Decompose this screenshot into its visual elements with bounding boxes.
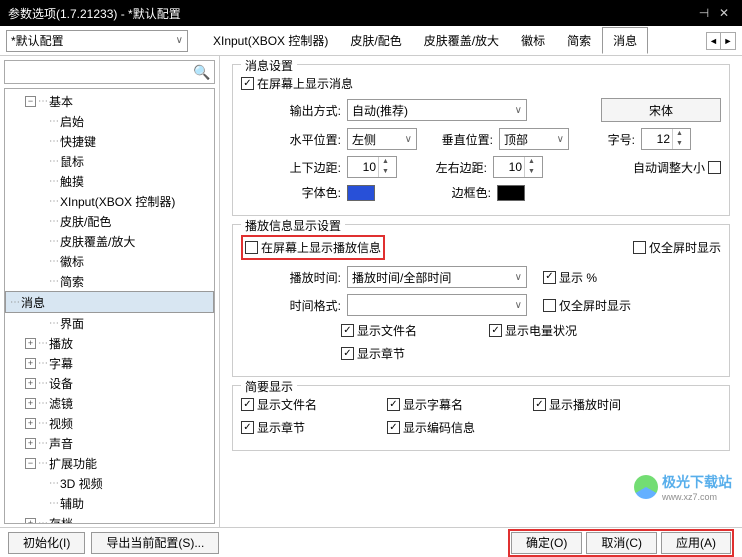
chk-show-playinfo[interactable]: 在屏幕上显示播放信息	[245, 239, 381, 256]
sel-vpos[interactable]: 顶部∨	[499, 128, 569, 150]
tree-皮肤覆盖/放大[interactable]: ⋯皮肤覆盖/放大	[5, 231, 214, 251]
init-button[interactable]: 初始化(I)	[8, 532, 85, 554]
tab-5[interactable]: 消息	[602, 27, 648, 54]
group-playinfo-title: 播放信息显示设置	[241, 217, 345, 234]
tab-3[interactable]: 徽标	[510, 27, 556, 54]
tab-4[interactable]: 简索	[556, 27, 602, 54]
expander-icon[interactable]: +	[25, 378, 36, 389]
tree-消息[interactable]: ⋯消息	[5, 291, 214, 313]
tab-2[interactable]: 皮肤覆盖/放大	[413, 27, 510, 54]
tree-视频[interactable]: +⋯视频	[5, 413, 214, 433]
sel-playtime[interactable]: 播放时间/全部时间∨	[347, 266, 527, 288]
chk-pi-chapter[interactable]: ✓显示章节	[341, 345, 405, 362]
chk-fullscreen-only2[interactable]: 仅全屏时显示	[543, 297, 631, 314]
chk-b-encode[interactable]: ✓显示编码信息	[387, 419, 475, 436]
tree-基本[interactable]: −⋯基本	[5, 91, 214, 111]
expander-icon[interactable]: +	[25, 338, 36, 349]
chk-show-on-screen[interactable]: ✓在屏幕上显示消息	[241, 75, 353, 92]
expander-icon[interactable]: −	[25, 458, 36, 469]
expander-icon[interactable]: +	[25, 398, 36, 409]
tab-0[interactable]: XInput(XBOX 控制器)	[202, 27, 339, 54]
search-input[interactable]: 🔍	[4, 60, 215, 84]
tree-播放[interactable]: +⋯播放	[5, 333, 214, 353]
tree-皮肤/配色[interactable]: ⋯皮肤/配色	[5, 211, 214, 231]
settings-tree[interactable]: −⋯基本⋯启始⋯快捷键⋯鼠标⋯触摸⋯XInput(XBOX 控制器)⋯皮肤/配色…	[4, 88, 215, 524]
config-select[interactable]: *默认配置 ∨	[6, 30, 188, 52]
tree-滤镜[interactable]: +⋯滤镜	[5, 393, 214, 413]
sel-timefmt[interactable]: ∨	[347, 294, 527, 316]
chk-b-playtime[interactable]: ✓显示播放时间	[533, 396, 621, 413]
tree-鼠标[interactable]: ⋯鼠标	[5, 151, 214, 171]
expander-icon[interactable]: +	[25, 358, 36, 369]
chk-b-subname[interactable]: ✓显示字幕名	[387, 396, 527, 413]
chk-b-filename[interactable]: ✓显示文件名	[241, 396, 381, 413]
tree-设备[interactable]: +⋯设备	[5, 373, 214, 393]
tree-触摸[interactable]: ⋯触摸	[5, 171, 214, 191]
tree-声音[interactable]: +⋯声音	[5, 433, 214, 453]
apply-button[interactable]: 应用(A)	[661, 532, 731, 554]
tab-scroll-left[interactable]: ◄	[707, 33, 721, 49]
pin-icon[interactable]: ⊣	[694, 6, 714, 20]
num-hmargin[interactable]: ▲▼	[493, 156, 543, 178]
sel-output-mode[interactable]: 自动(推荐)∨	[347, 99, 527, 121]
watermark: 极光下载站 www.xz7.com	[634, 472, 732, 502]
num-vmargin[interactable]: ▲▼	[347, 156, 397, 178]
tab-scroll-right[interactable]: ►	[721, 33, 735, 49]
search-icon[interactable]: 🔍	[190, 64, 214, 81]
tree-存档[interactable]: +⋯存档	[5, 513, 214, 524]
chk-b-chapter[interactable]: ✓显示章节	[241, 419, 381, 436]
expander-icon[interactable]: +	[25, 438, 36, 449]
tree-徽标[interactable]: ⋯徽标	[5, 251, 214, 271]
chevron-down-icon: ∨	[176, 35, 183, 46]
chk-show-percent[interactable]: ✓显示 %	[543, 269, 597, 286]
cancel-button[interactable]: 取消(C)	[586, 532, 657, 554]
tree-快捷键[interactable]: ⋯快捷键	[5, 131, 214, 151]
expander-icon[interactable]: +	[25, 518, 36, 525]
close-icon[interactable]: ✕	[714, 6, 734, 20]
swatch-fontcolor[interactable]	[347, 185, 375, 201]
chk-autosize[interactable]: 自动调整大小	[633, 159, 721, 176]
export-button[interactable]: 导出当前配置(S)...	[91, 532, 219, 554]
tree-界面[interactable]: ⋯界面	[5, 313, 214, 333]
group-msg-title: 消息设置	[241, 57, 297, 74]
tab-1[interactable]: 皮肤/配色	[339, 27, 412, 54]
num-fontsize[interactable]: ▲▼	[641, 128, 691, 150]
font-button[interactable]: 宋体	[601, 98, 721, 122]
tree-扩展功能[interactable]: −⋯扩展功能	[5, 453, 214, 473]
group-brief-title: 简要显示	[241, 378, 297, 395]
tree-启始[interactable]: ⋯启始	[5, 111, 214, 131]
tree-辅助[interactable]: ⋯辅助	[5, 493, 214, 513]
expander-icon[interactable]: −	[25, 96, 36, 107]
sel-hpos[interactable]: 左侧∨	[347, 128, 417, 150]
watermark-logo-icon	[634, 475, 658, 499]
tree-字幕[interactable]: +⋯字幕	[5, 353, 214, 373]
tree-简索[interactable]: ⋯简索	[5, 271, 214, 291]
tree-3D 视频[interactable]: ⋯3D 视频	[5, 473, 214, 493]
expander-icon[interactable]: +	[25, 418, 36, 429]
ok-button[interactable]: 确定(O)	[511, 532, 582, 554]
chk-pi-battery[interactable]: ✓显示电量状况	[489, 322, 577, 339]
tree-XInput(XBOX 控制器)[interactable]: ⋯XInput(XBOX 控制器)	[5, 191, 214, 211]
chk-pi-filename[interactable]: ✓显示文件名	[341, 322, 417, 339]
swatch-bordercolor[interactable]	[497, 185, 525, 201]
window-title: 参数选项(1.7.21233) - *默认配置	[8, 5, 694, 22]
chk-fullscreen-only[interactable]: 仅全屏时显示	[633, 239, 721, 256]
